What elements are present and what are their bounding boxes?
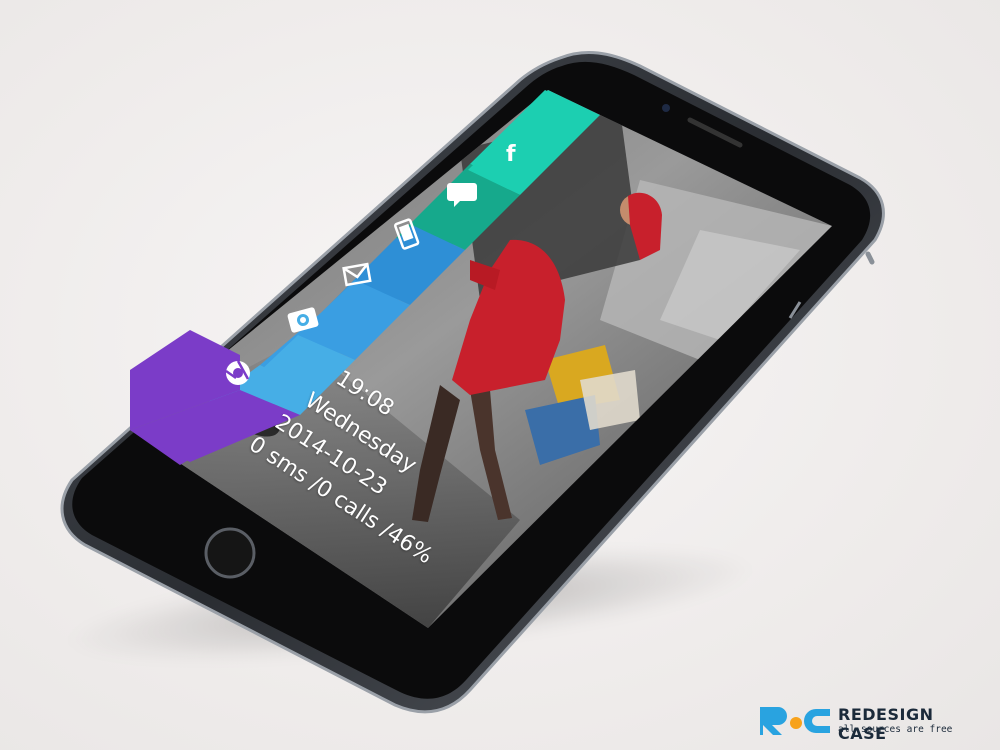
brand-tagline: all sources are free xyxy=(838,724,953,735)
chrome-icon xyxy=(225,360,250,385)
volume-button[interactable] xyxy=(865,251,875,265)
phone-device: f xyxy=(60,50,885,714)
home-button[interactable] xyxy=(204,527,256,579)
brand-watermark: REDESIGN CASE all sources are free xyxy=(758,703,988,743)
facebook-icon: f xyxy=(506,142,516,167)
redesign-case-logo xyxy=(760,707,830,735)
front-camera xyxy=(662,104,670,112)
